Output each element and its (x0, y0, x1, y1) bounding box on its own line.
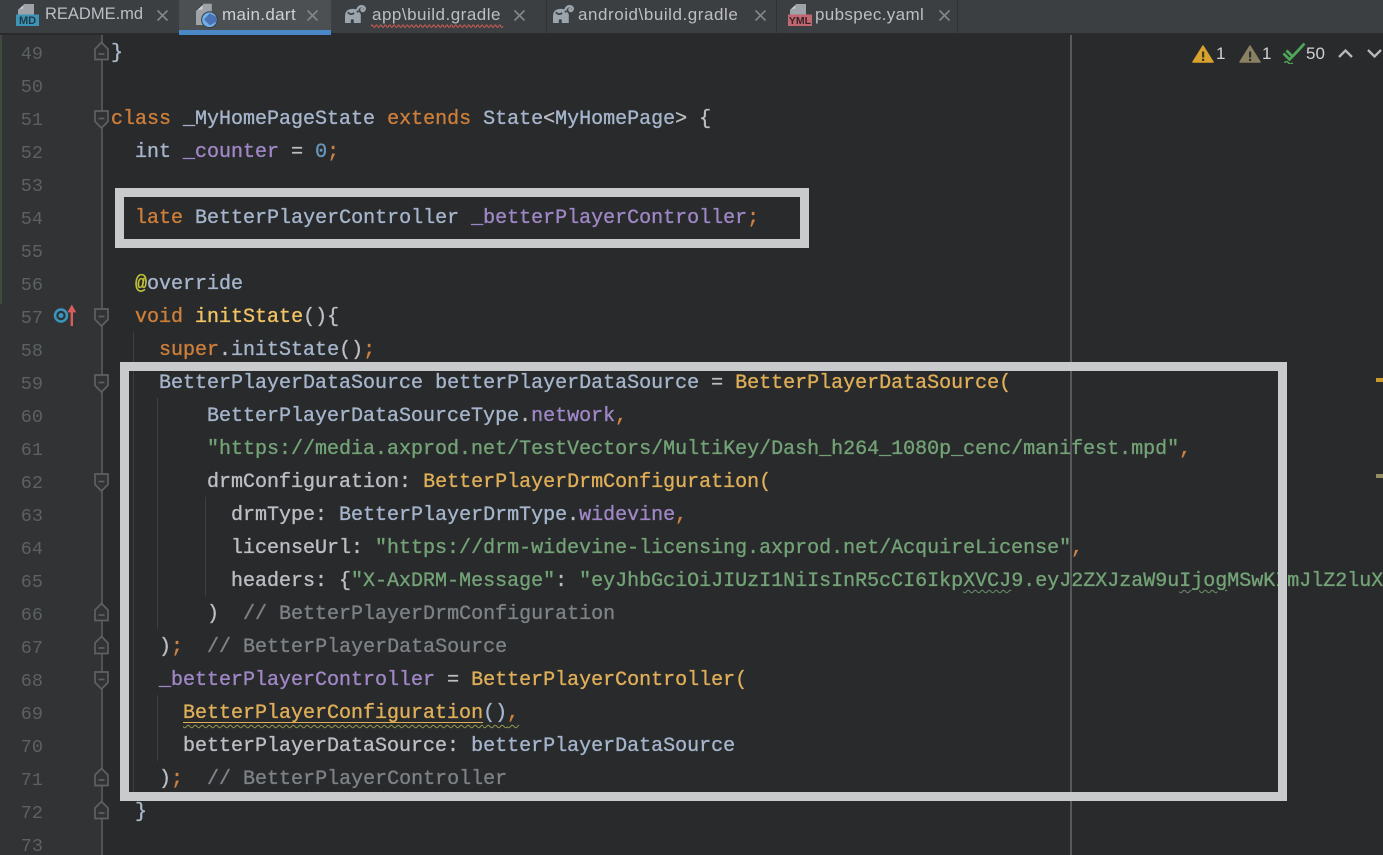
svg-text:YML: YML (789, 15, 812, 27)
svg-text:MD: MD (19, 15, 36, 27)
